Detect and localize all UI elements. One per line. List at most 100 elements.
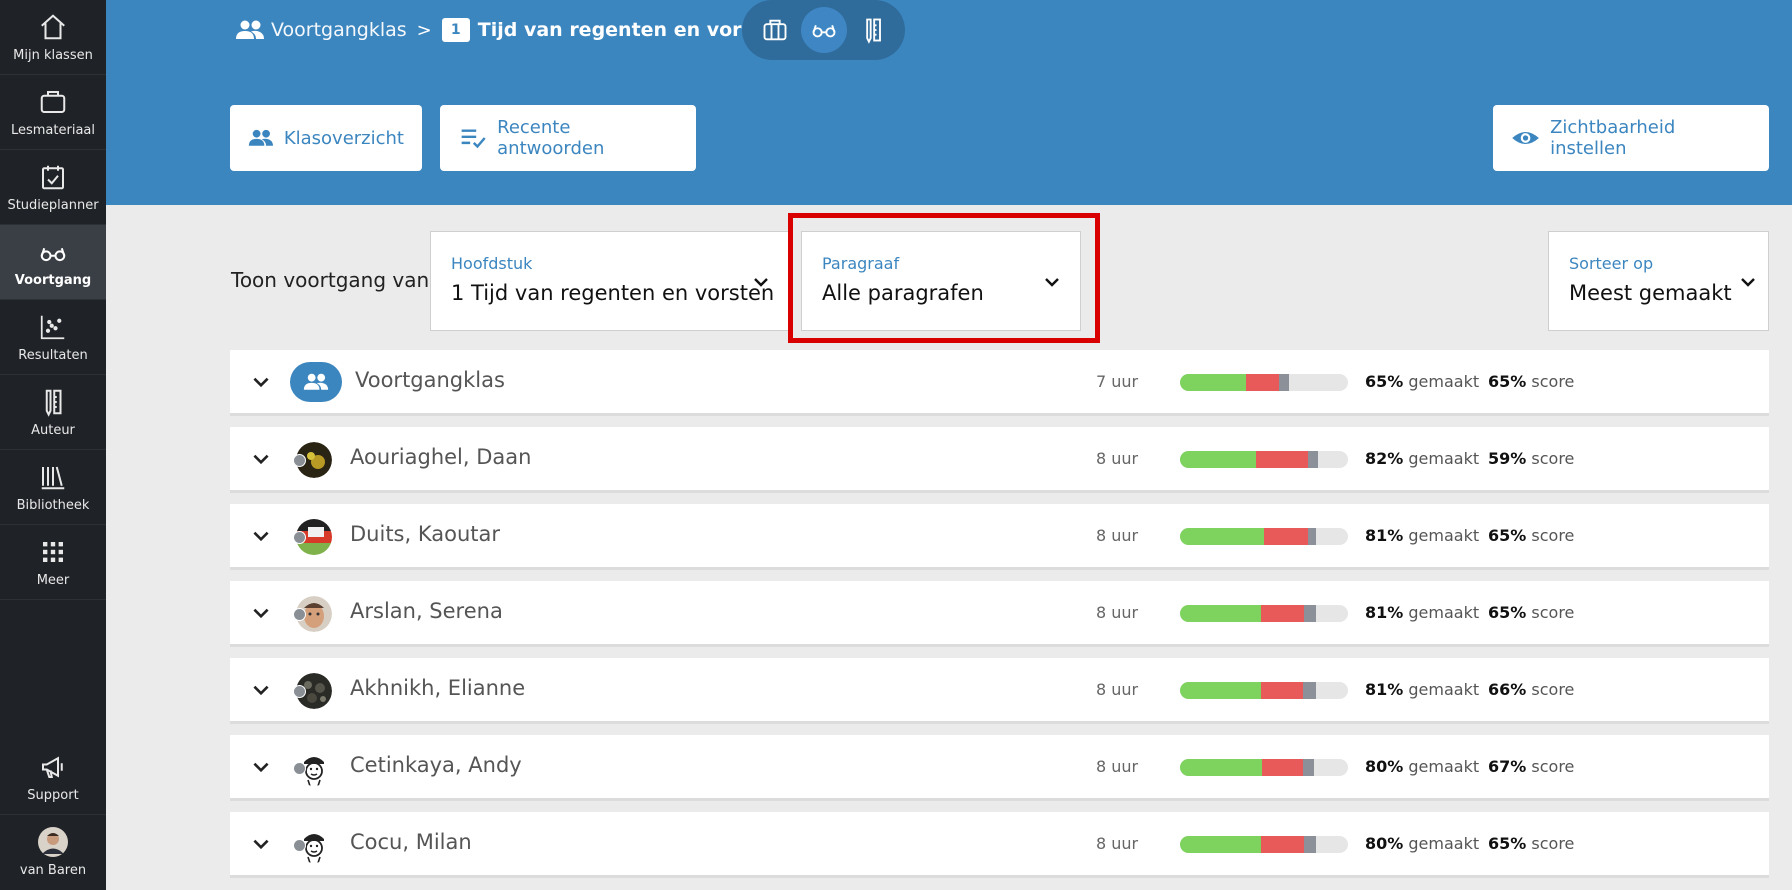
class-badge	[290, 362, 342, 402]
chevron-down-icon[interactable]	[250, 756, 272, 778]
klasoverzicht-label: Klasoverzicht	[283, 127, 404, 149]
progress-incorrect-segment	[1264, 528, 1308, 545]
breadcrumb-parent-link[interactable]: Voortgangklas	[271, 19, 407, 41]
glasses-icon	[40, 247, 66, 261]
nav-studieplanner[interactable]: Studieplanner	[0, 150, 106, 225]
progress-incorrect-segment	[1260, 682, 1303, 699]
status-dot	[293, 608, 306, 621]
score-unit: score	[1531, 449, 1575, 468]
people-icon	[236, 20, 264, 39]
page-header: Voortgangklas > 1 Tijd van regenten en v…	[106, 0, 1792, 205]
progress-bar	[1180, 451, 1348, 468]
made-value: 80%	[1365, 757, 1404, 776]
made-percentage: 81% gemaakt	[1365, 680, 1479, 699]
student-row[interactable]: Cocu, Milan 8 uur 80% gemaakt 65% score	[230, 812, 1769, 878]
people-icon	[303, 373, 329, 390]
nav-lesmateriaal[interactable]: Lesmateriaal	[0, 75, 106, 150]
student-row[interactable]: Aouriaghel, Daan 8 uur 82% gemaakt 59% s…	[230, 427, 1769, 493]
mode-toggle	[742, 0, 905, 60]
made-percentage: 81% gemaakt	[1365, 526, 1479, 545]
chevron-down-icon[interactable]	[250, 833, 272, 855]
glasses-icon	[812, 25, 835, 38]
score-value: 65%	[1488, 603, 1527, 622]
chevron-down-icon[interactable]	[250, 602, 272, 624]
made-unit: gemaakt	[1408, 526, 1480, 545]
nav-label: Lesmateriaal	[10, 122, 95, 138]
student-row[interactable]: Akhnikh, Elianne 8 uur 81% gemaakt 66% s…	[230, 658, 1769, 724]
recente-antwoorden-button[interactable]: Recente antwoorden	[440, 105, 696, 171]
progress-incorrect-segment	[1255, 451, 1308, 468]
chevron-down-icon[interactable]	[250, 679, 272, 701]
row-hours: 8 uur	[1096, 526, 1139, 545]
class-row[interactable]: Voortgangklas 7 uur 65% gemaakt 65% scor…	[230, 350, 1769, 416]
row-name: Cocu, Milan	[350, 830, 472, 854]
author-tools-icon	[865, 18, 881, 44]
nav-label: Voortgang	[14, 272, 92, 288]
nav-bibliotheek[interactable]: Bibliotheek	[0, 450, 106, 525]
student-row[interactable]: Duits, Kaoutar 8 uur 81% gemaakt 65% sco…	[230, 504, 1769, 570]
row-name: Arslan, Serena	[350, 599, 503, 623]
nav-support[interactable]: Support	[0, 740, 106, 815]
chevron-down-icon[interactable]	[250, 371, 272, 393]
progress-correct-segment	[1180, 836, 1261, 853]
progress-bar	[1180, 759, 1348, 776]
row-name: Voortgangklas	[355, 368, 505, 392]
row-hours: 8 uur	[1096, 680, 1139, 699]
score-value: 65%	[1488, 834, 1527, 853]
progress-correct-segment	[1180, 528, 1264, 545]
progress-correct-segment	[1180, 451, 1256, 468]
avatar	[38, 827, 68, 857]
hoofdstuk-select[interactable]: Hoofdstuk 1 Tijd van regenten en vorsten	[430, 231, 790, 331]
progress-bar	[1180, 374, 1348, 391]
nav-auteur[interactable]: Auteur	[0, 375, 106, 450]
score-unit: score	[1531, 834, 1575, 853]
chapter-number-badge: 1	[441, 18, 470, 42]
progress-correct-segment	[1180, 682, 1261, 699]
student-row[interactable]: Arslan, Serena 8 uur 81% gemaakt 65% sco…	[230, 581, 1769, 647]
score-percentage: 65% score	[1488, 834, 1574, 853]
row-name: Duits, Kaoutar	[350, 522, 501, 546]
score-unit: score	[1531, 372, 1575, 391]
made-unit: gemaakt	[1408, 372, 1480, 391]
chevron-down-icon[interactable]	[250, 525, 272, 547]
zichtbaarheid-instellen-button[interactable]: Zichtbaarheid instellen	[1493, 105, 1769, 171]
made-value: 80%	[1365, 834, 1404, 853]
recente-antwoorden-label: Recente antwoorden	[497, 117, 605, 159]
made-value: 81%	[1365, 526, 1404, 545]
sorteer-select[interactable]: Sorteer op Meest gemaakt	[1548, 231, 1769, 331]
nav-user-profile[interactable]: van Baren	[0, 815, 106, 890]
progress-bar	[1180, 605, 1348, 622]
progress-incorrect-segment	[1262, 759, 1303, 776]
row-name: Aouriaghel, Daan	[350, 445, 532, 469]
chevron-down-icon[interactable]	[250, 448, 272, 470]
score-percentage: 59% score	[1488, 449, 1574, 468]
nav-label: Support	[27, 787, 79, 803]
made-value: 65%	[1365, 372, 1404, 391]
mode-lesmateriaal-button[interactable]	[752, 7, 798, 53]
nav-resultaten[interactable]: Resultaten	[0, 300, 106, 375]
filter-label: Toon voortgang van	[231, 268, 430, 292]
progress-other-segment	[1304, 836, 1317, 853]
progress-incorrect-segment	[1245, 374, 1280, 391]
status-dot	[293, 454, 306, 467]
progress-correct-segment	[1180, 759, 1263, 776]
nav-meer[interactable]: Meer	[0, 525, 106, 600]
nav-label: Studieplanner	[7, 197, 99, 213]
progress-incorrect-segment	[1260, 836, 1305, 853]
student-row[interactable]: Cetinkaya, Andy 8 uur 80% gemaakt 67% sc…	[230, 735, 1769, 801]
sidebar: Mijn klassen Lesmateriaal Studieplanner …	[0, 0, 106, 890]
score-unit: score	[1531, 603, 1575, 622]
mode-auteur-button[interactable]	[850, 7, 896, 53]
scatter-chart-icon	[40, 315, 65, 339]
nav-voortgang[interactable]: Voortgang	[0, 225, 106, 300]
nav-label: Mijn klassen	[13, 47, 93, 63]
eye-icon	[1512, 131, 1539, 145]
mode-voortgang-button[interactable]	[800, 7, 847, 53]
breadcrumb: Voortgangklas > 1 Tijd van regenten en v…	[235, 14, 788, 46]
klasoverzicht-button[interactable]: Klasoverzicht	[230, 105, 422, 171]
progress-other-segment	[1307, 528, 1317, 545]
grid-icon	[43, 541, 63, 562]
chevron-down-icon	[1741, 278, 1755, 287]
nav-mijn-klassen[interactable]: Mijn klassen	[0, 0, 106, 75]
hoofdstuk-select-label: Hoofdstuk	[451, 254, 533, 273]
